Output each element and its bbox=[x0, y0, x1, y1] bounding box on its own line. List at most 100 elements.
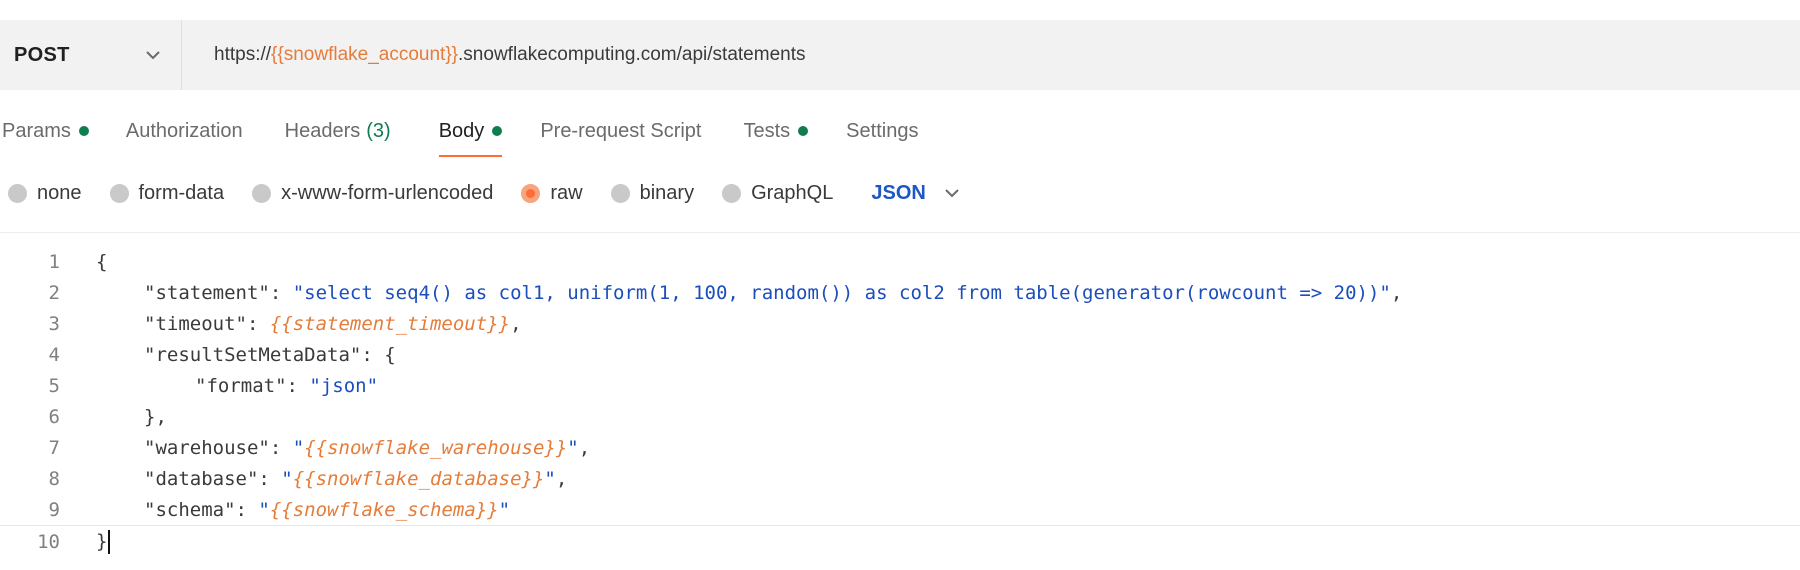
json-string: "json" bbox=[309, 374, 379, 397]
json-key: "resultSetMetaData" bbox=[144, 343, 362, 366]
code-line: 3 "timeout": {{statement_timeout}}, bbox=[0, 308, 1800, 339]
code-line: 9 "schema": "{{snowflake_schema}}" bbox=[0, 494, 1800, 525]
json-variable: {{snowflake_schema}} bbox=[269, 498, 499, 521]
line-number: 5 bbox=[48, 374, 60, 397]
tab-label: Body bbox=[438, 119, 485, 142]
radio-binary[interactable]: binary bbox=[610, 182, 694, 205]
json-punct: : { bbox=[361, 343, 396, 366]
line-number: 6 bbox=[48, 405, 60, 428]
text-caret bbox=[108, 529, 111, 554]
divider bbox=[0, 232, 1800, 233]
chevron-down-icon bbox=[145, 50, 161, 60]
code-line: 8 "database": "{{snowflake_database}}", bbox=[0, 463, 1800, 494]
json-key: "statement" bbox=[144, 281, 270, 304]
radio-circle bbox=[8, 183, 27, 203]
line-number: 3 bbox=[48, 312, 60, 335]
tab-label: Authorization bbox=[125, 119, 243, 142]
status-dot bbox=[78, 126, 89, 136]
json-quote: " bbox=[258, 498, 270, 521]
url-prefix: https:// bbox=[214, 44, 272, 65]
json-separator: : bbox=[286, 374, 310, 397]
json-punct: , bbox=[555, 467, 568, 490]
radio-label: GraphQL bbox=[751, 181, 834, 204]
tab-headers[interactable]: Headers (3) bbox=[285, 105, 391, 157]
code-line: 2 "statement": "select seq4() as col1, u… bbox=[0, 277, 1800, 308]
radio-label: x-www-form-urlencoded bbox=[281, 181, 494, 204]
code-line: 6 }, bbox=[0, 401, 1800, 432]
code-text: }, bbox=[144, 405, 167, 428]
line-number: 9 bbox=[48, 498, 60, 521]
json-string: "select seq4() as col1, uniform(1, 100, … bbox=[292, 281, 1391, 304]
json-key: "warehouse" bbox=[144, 436, 270, 459]
code-text: "statement": "select seq4() as col1, uni… bbox=[144, 282, 1402, 304]
url-variable: {{snowflake_account}} bbox=[271, 44, 459, 65]
body-type-selector: none form-data x-www-form-urlencoded raw… bbox=[0, 170, 1800, 216]
json-quote: " bbox=[544, 467, 556, 490]
format-label: JSON bbox=[871, 181, 926, 204]
line-number: 2 bbox=[48, 281, 60, 304]
code-editor[interactable]: 1 { 2 "statement": "select seq4() as col… bbox=[0, 246, 1800, 557]
tab-label: Pre-request Script bbox=[540, 119, 702, 142]
code-text: "schema": "{{snowflake_schema}}" bbox=[144, 499, 510, 521]
line-number: 10 bbox=[37, 530, 60, 553]
radio-none[interactable]: none bbox=[8, 182, 82, 205]
json-quote: " bbox=[292, 436, 305, 459]
radio-x-www-form-urlencoded[interactable]: x-www-form-urlencoded bbox=[252, 182, 493, 205]
code-line: 4 "resultSetMetaData": { bbox=[0, 339, 1800, 370]
radio-circle bbox=[722, 183, 742, 203]
line-number: 4 bbox=[48, 343, 60, 366]
radio-circle-selected bbox=[521, 183, 541, 203]
json-key: "timeout" bbox=[144, 312, 247, 335]
json-variable: {{snowflake_warehouse}} bbox=[304, 436, 568, 459]
json-quote: " bbox=[498, 498, 511, 521]
tab-params[interactable]: Params bbox=[2, 105, 89, 157]
status-dot bbox=[798, 126, 809, 136]
code-line: 5 "format": "json" bbox=[0, 370, 1800, 401]
format-select[interactable]: JSON bbox=[871, 182, 959, 205]
line-number: 8 bbox=[48, 467, 60, 490]
headers-count: (3) bbox=[366, 119, 391, 142]
tab-label: Headers bbox=[284, 119, 361, 142]
line-number: 1 bbox=[48, 250, 60, 273]
tab-settings[interactable]: Settings bbox=[846, 105, 918, 157]
line-number: 7 bbox=[48, 436, 60, 459]
request-bar: POST https://{{snowflake_account}} .snowf… bbox=[0, 20, 1800, 90]
json-punct: , bbox=[510, 312, 522, 335]
json-separator: : bbox=[235, 498, 259, 521]
request-tabs: Params Authorization Headers (3) Body Pre… bbox=[0, 105, 1800, 157]
tab-authorization[interactable]: Authorization bbox=[126, 105, 243, 157]
status-dot bbox=[492, 126, 503, 136]
json-variable: {{snowflake_database}} bbox=[292, 467, 545, 490]
code-text: "database": "{{snowflake_database}}", bbox=[144, 468, 567, 490]
json-separator: : bbox=[269, 281, 293, 304]
radio-circle bbox=[610, 183, 630, 203]
code-line: 7 "warehouse": "{{snowflake_warehouse}}"… bbox=[0, 432, 1800, 463]
radio-label: form-data bbox=[138, 181, 225, 204]
json-separator: : bbox=[246, 312, 270, 335]
url-input[interactable]: https://{{snowflake_account}} .snowflakec… bbox=[182, 20, 1800, 90]
chevron-down-icon bbox=[944, 188, 960, 198]
method-select[interactable]: POST bbox=[0, 20, 182, 90]
json-key: "format" bbox=[195, 374, 287, 397]
radio-form-data[interactable]: form-data bbox=[109, 181, 225, 205]
tab-pre-request-script[interactable]: Pre-request Script bbox=[540, 105, 701, 157]
radio-graphql[interactable]: GraphQL bbox=[722, 182, 833, 205]
json-punct: , bbox=[1390, 281, 1403, 304]
code-text: "warehouse": "{{snowflake_warehouse}}", bbox=[144, 437, 590, 459]
radio-label: raw bbox=[550, 181, 583, 204]
radio-circle bbox=[109, 183, 129, 203]
json-quote: " bbox=[281, 467, 293, 490]
top-strip bbox=[0, 0, 1800, 21]
tab-label: Params bbox=[2, 119, 71, 142]
code-text: "timeout": {{statement_timeout}}, bbox=[144, 313, 522, 335]
json-separator: : bbox=[258, 467, 282, 490]
tab-body[interactable]: Body bbox=[438, 105, 503, 157]
radio-label: none bbox=[37, 181, 82, 204]
tab-tests[interactable]: Tests bbox=[743, 105, 809, 157]
code-text: } bbox=[96, 529, 111, 554]
url-suffix: .snowflakecomputing.com/api/statements bbox=[458, 44, 806, 65]
code-text: "resultSetMetaData": { bbox=[144, 344, 396, 366]
json-separator: : bbox=[269, 436, 293, 459]
radio-raw[interactable]: raw bbox=[521, 181, 583, 205]
code-line-current: 10 } bbox=[0, 525, 1800, 557]
